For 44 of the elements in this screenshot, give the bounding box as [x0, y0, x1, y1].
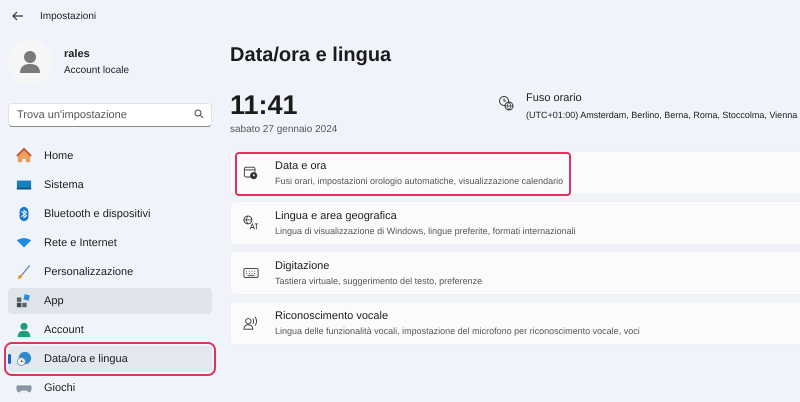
- page-title: Data/ora e lingua: [230, 43, 392, 68]
- nav-item[interactable]: Data/ora e lingua: [8, 346, 212, 372]
- card-description: Tastiera virtuale, suggerimento del testo, preferenze: [275, 274, 482, 288]
- timezone-label: Fuso orario: [526, 91, 583, 106]
- search-icon: [194, 109, 204, 119]
- settings-card[interactable]: Riconoscimento vocale Lingua delle funzionalità vocali, impostazione del microfono per riconoscimento vocale, voci: [230, 301, 800, 345]
- apps-icon: [16, 293, 32, 309]
- nav-item[interactable]: Bluetooth e dispositivi: [8, 201, 212, 227]
- person-icon: [16, 322, 32, 338]
- clock-time: 11:41: [230, 90, 299, 120]
- settings-card[interactable]: Digitazione Tastiera virtuale, suggerimento del testo, preferenze: [230, 251, 800, 295]
- card-title: Data e ora: [275, 159, 328, 174]
- avatar: [8, 40, 52, 84]
- nav-item[interactable]: Personalizzazione: [8, 259, 212, 285]
- nav-item[interactable]: Sistema: [8, 172, 212, 198]
- brush-icon: [16, 264, 32, 280]
- clock-date: sabato 27 gennaio 2024: [230, 123, 338, 137]
- window-title: Impostazioni: [40, 10, 96, 24]
- card-title: Riconoscimento vocale: [275, 309, 390, 324]
- calendar-clock-icon: [243, 165, 259, 181]
- globe-clock-icon: [16, 351, 32, 367]
- keyboard-icon: [243, 265, 259, 281]
- nav-item[interactable]: Account: [8, 317, 212, 343]
- card-title: Lingua e area geografica: [275, 209, 398, 224]
- card-description: Lingua di visualizzazione di Windows, lingue preferite, formati internazionali: [275, 224, 576, 238]
- speech-icon: [243, 315, 259, 331]
- settings-card[interactable]: Data e ora Fusi orari, impostazioni orologio automatiche, visualizzazione calendario: [230, 151, 800, 195]
- nav-item[interactable]: App: [8, 288, 212, 314]
- card-description: Lingua delle funzionalità vocali, impostazione del microfono per riconoscimento vocale, voci: [275, 324, 640, 338]
- timezone-icon: [498, 95, 514, 111]
- language-icon: [243, 215, 259, 231]
- timezone-value: (UTC+01:00) Amsterdam, Berlino, Berna, Roma, Stoccolma, Vienna: [526, 108, 798, 122]
- account-type: Account locale: [64, 64, 130, 78]
- user-name: rales: [64, 47, 91, 62]
- settings-card[interactable]: Lingua e area geografica Lingua di visualizzazione di Windows, lingue preferite, formati internazionali: [230, 201, 800, 245]
- nav-item[interactable]: Rete e Internet: [8, 230, 212, 256]
- search-field[interactable]: Trova un'impostazione: [8, 103, 212, 127]
- selection-bar: [8, 354, 11, 364]
- card-title: Digitazione: [275, 259, 330, 274]
- home-icon: [16, 148, 32, 164]
- nav-item[interactable]: Home: [8, 143, 212, 169]
- nav-item[interactable]: Giochi: [8, 375, 212, 401]
- back-icon[interactable]: [12, 11, 24, 21]
- card-description: Fusi orari, impostazioni orologio automatiche, visualizzazione calendario: [275, 174, 564, 188]
